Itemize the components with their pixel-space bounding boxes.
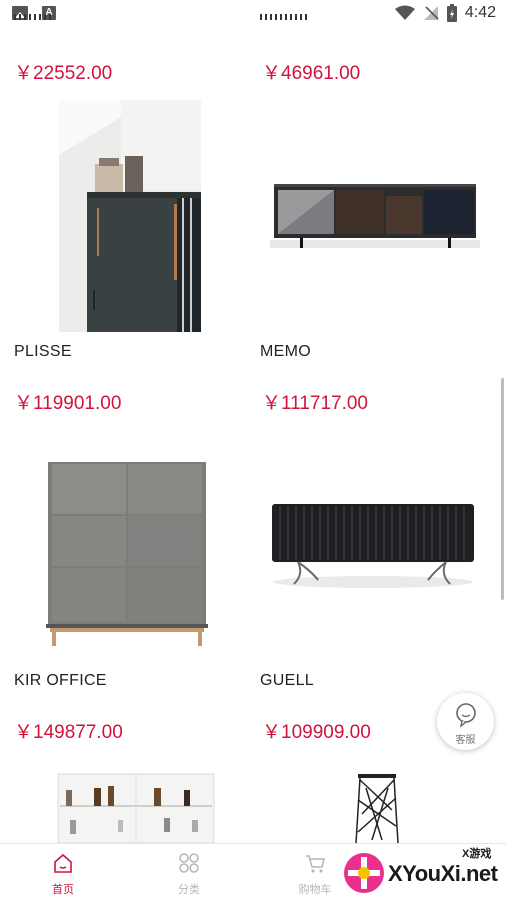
- product-name-cut: [14, 14, 54, 24]
- product-price: ￥109909.00: [262, 722, 371, 743]
- customer-service-label: 客服: [455, 735, 476, 746]
- scrollbar[interactable]: [501, 378, 504, 600]
- tab-home[interactable]: 首页: [33, 852, 93, 897]
- grid-icon: [179, 853, 199, 873]
- customer-service-button[interactable]: 客服: [437, 693, 494, 750]
- home-icon: [54, 853, 72, 873]
- product-name[interactable]: GUELL: [260, 672, 314, 690]
- status-bar: A 4:42: [0, 0, 506, 28]
- clock-time: 4:42: [464, 4, 496, 21]
- product-name[interactable]: MEMO: [260, 343, 311, 361]
- battery-charging-icon: [446, 4, 457, 22]
- watermark-sub: X游戏: [462, 848, 492, 860]
- product-price: ￥111717.00: [262, 393, 368, 414]
- product-image-guell[interactable]: [268, 500, 478, 590]
- product-image-stool[interactable]: [352, 770, 402, 843]
- product-price: ￥119901.00: [14, 393, 122, 414]
- wifi-icon: [394, 5, 415, 20]
- product-name-cut: [260, 14, 310, 24]
- product-name[interactable]: PLISSE: [14, 343, 72, 361]
- tab-category[interactable]: 分类: [159, 852, 219, 897]
- watermark-logo-icon: [344, 853, 384, 893]
- product-image-memo[interactable]: [270, 180, 480, 252]
- tab-home-label: 首页: [52, 884, 74, 896]
- watermark-site: XYouXi.net: [388, 861, 498, 886]
- product-price: ￥149877.00: [14, 722, 123, 743]
- product-price: ￥46961.00: [262, 63, 361, 84]
- product-image-kir-office[interactable]: [46, 460, 208, 646]
- no-signal-icon: [423, 6, 439, 20]
- site-watermark: X游戏 XYouXi.net: [336, 843, 506, 900]
- cart-icon: [306, 855, 325, 873]
- chat-bubble-icon: [455, 703, 476, 728]
- tab-category-label: 分类: [178, 884, 200, 896]
- product-image-bar-cabinet[interactable]: [56, 772, 216, 843]
- product-image-plisse[interactable]: [59, 100, 201, 332]
- product-name[interactable]: KIR OFFICE: [14, 672, 107, 690]
- product-price: ￥22552.00: [14, 63, 113, 84]
